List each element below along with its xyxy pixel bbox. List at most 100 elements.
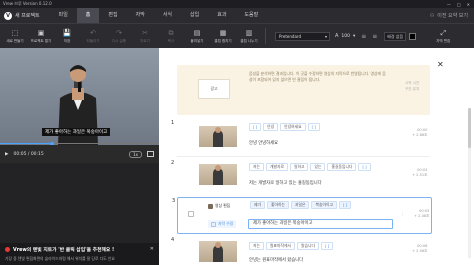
menu-item[interactable]: 효과 (208, 8, 235, 23)
clip-text[interactable]: 안녕는 원표마작에서 왔습니다 (249, 257, 303, 263)
toolbar-divider (265, 28, 266, 44)
toolbar-button[interactable]: ↷ 다시 실행 (106, 29, 132, 44)
word-chip[interactable]: 왔습니다 (296, 242, 319, 250)
clip-panel: ✕ 광고 음성을 분석하면 결과입니다. 이 곳을 수정하면 영상의 자막으로 … (159, 48, 474, 265)
video-edit-badge[interactable]: 영상 편집 (208, 203, 230, 209)
subtitle-edit-label: 자막 편집 (436, 38, 451, 43)
summary-label: 이전 요약 보기 (437, 13, 468, 19)
summary-link[interactable]: ⚇ 이전 요약 보기 (430, 12, 474, 20)
toolbar-button[interactable]: 💾 저장 (54, 29, 80, 44)
menu-item[interactable]: 삽입 (181, 8, 208, 23)
menu-item[interactable]: 홈 (76, 8, 100, 23)
speed-button[interactable]: 1x (129, 150, 142, 158)
app-logo[interactable]: V 새 프로젝트 (4, 11, 40, 20)
clip-number: 4 (171, 237, 175, 243)
menu-item[interactable]: 서식 (154, 8, 181, 23)
word-chip[interactable]: 개발자로 (266, 163, 288, 171)
toolbar-button[interactable]: ▣ 프로젝트 열기 (28, 29, 54, 44)
notice-dot-icon (5, 247, 10, 252)
clip-thumbnail[interactable] (199, 241, 237, 262)
word-chip[interactable]: 저는 (249, 242, 264, 250)
split-handle-icon[interactable]: ⋮ (400, 211, 405, 217)
text-color-icon[interactable]: A (335, 33, 338, 39)
subtitle-input[interactable]: 제가 좋아하는 과일은 복숭아이고 (248, 219, 393, 229)
promo-thumbnail: 광고 (198, 79, 230, 99)
menu-item[interactable]: 편집 (99, 8, 126, 23)
scrollbar-thumb[interactable] (468, 108, 471, 148)
line-spacing-icon[interactable]: ≡ ≡ (361, 33, 379, 40)
word-chip[interactable]: [ ] (338, 201, 352, 209)
word-chip[interactable]: 좋아하는 (267, 201, 289, 209)
notice-body: 가장 중 텐빛 편집화면의 슬라이드처럼 해서 워치를 잘 당로 다도 안요 (5, 256, 115, 261)
toolbar-button[interactable]: ⧉ 복사 (158, 29, 184, 44)
toolbar-icon: ▣ (37, 28, 45, 37)
notice-close-icon[interactable]: ✕ (150, 246, 154, 252)
background-color-swatch[interactable] (409, 32, 417, 40)
clip-text[interactable]: 저는 개발자로 일하고 있는 홍길동입니다 (249, 180, 322, 186)
font-size-value[interactable]: 100 (341, 34, 350, 39)
clip-thumbnail[interactable] (199, 126, 237, 147)
clip-thumbnail[interactable] (199, 164, 237, 185)
toolbar-button[interactable]: ▦ 클립 합치기 (210, 29, 236, 44)
word-chip[interactable]: 원표마작에서 (266, 242, 295, 250)
word-chip[interactable]: [ ] (307, 123, 320, 131)
background-select[interactable]: 배경 없음 (384, 31, 407, 41)
clip-row-selected[interactable]: 3 영상 편집 제가 좋아하는 과일은 복숭아이고[ ] 자막 수정 제가 좋아하는 … (172, 197, 432, 234)
clip-number: 2 (171, 160, 175, 166)
toolbar-icon: ↷ (116, 28, 122, 37)
word-chip[interactable]: [ ] (249, 123, 262, 131)
toolbar-button-label: 다시 실행 (112, 38, 126, 43)
word-chip[interactable]: 홍길동입니다 (327, 163, 357, 171)
close-icon[interactable]: ✕ (467, 2, 470, 7)
promo-card: 광고 음성을 분석하면 결과입니다. 이 곳을 수정하면 영상의 자막으로 반영… (177, 65, 430, 115)
subtitle-overlay: 제가 좋아하는 과일은 복숭아이고 (42, 128, 111, 136)
toolbar-icon: ✂ (142, 28, 148, 37)
word-chip[interactable]: 안녕 (263, 123, 279, 131)
menu-item[interactable]: 도움말 (235, 8, 267, 23)
word-chip[interactable]: 안녕하세요 (280, 123, 306, 131)
word-chips: 저는 개발자로 일하고 있는 홍길동입니다[ ] (249, 163, 371, 171)
toolbar-button[interactable]: ▥ 클립 나누기 (236, 29, 262, 44)
fullscreen-icon[interactable] (147, 151, 154, 157)
recommendation-notice[interactable]: Vrew의 텐빛 지토가 '반 클릭 삽입'을 추천해요 ! 가장 중 텐빛 편… (0, 243, 159, 265)
word-chip[interactable]: 제가 (250, 201, 265, 209)
menu-item[interactable]: 자막 (127, 8, 154, 23)
toolbar-button-label: 붙여넣기 (190, 38, 204, 43)
minimize-icon[interactable]: — (447, 2, 451, 7)
word-chip[interactable]: [ ] (358, 163, 371, 171)
word-chip[interactable]: 있는 (310, 163, 326, 171)
clip-text[interactable]: 안녕 안녕하세요 (249, 140, 278, 146)
panel-close-icon[interactable]: ✕ (437, 60, 444, 69)
maximize-icon[interactable]: □ (457, 2, 461, 7)
toolbar-button[interactable]: ▤ 붙여넣기 (184, 29, 210, 44)
toolbar-icon: ▤ (193, 28, 201, 37)
clip-row[interactable]: 2 저는 개발자로 일하고 있는 홍길동입니다[ ] 저는 개발자로 일하고 있는 홍길… (171, 160, 430, 194)
video-preview[interactable]: 제가 좋아하는 과일은 복숭아이고 (0, 48, 159, 145)
toolbar-button[interactable]: ↶ 되돌리기 (80, 29, 106, 44)
clip-scrollbar[interactable] (468, 108, 471, 258)
font-select[interactable]: Pretendard ▾ (275, 31, 330, 41)
clip-time: 00:03 + 2.51초 (412, 168, 427, 178)
play-icon[interactable]: ▶ (5, 152, 8, 157)
word-chip[interactable]: 복숭아이고 (311, 201, 337, 209)
word-chip[interactable]: 저는 (249, 163, 264, 171)
word-chip[interactable]: 일하고 (289, 163, 309, 171)
clip-row[interactable]: 4 저는 원표마작에서 왔습니다[ ] 안녕는 원표마작에서 왔습니다 00:08 … (171, 237, 430, 265)
toolbar-button-label: 복사 (167, 38, 175, 43)
font-size-caret-icon[interactable]: ▾ (353, 34, 355, 39)
word-chip[interactable]: 과일은 (290, 201, 310, 209)
toolbar-button[interactable]: ⬚ 새로 만들기 (2, 29, 28, 44)
toolbar-button[interactable]: ✂ 자르기 (132, 29, 158, 44)
subtitle-edit-badge[interactable]: 자막 수정 (208, 220, 237, 228)
thumbnail-head (215, 165, 221, 171)
chevron-down-icon: ▾ (324, 33, 327, 39)
clip-checkbox[interactable] (188, 211, 194, 217)
tool-group: ⬚ 새로 만들기 ▣ 프로젝트 열기 💾 저장 ↶ 되돌리기 ↷ 다시 실행 ✂ 자르기 ⧉ 복사 ▤ 붙여넣… (2, 29, 262, 44)
subtitle-icon (211, 221, 216, 227)
ribbon-toolbar: ⬚ 새로 만들기 ▣ 프로젝트 열기 💾 저장 ↶ 되돌리기 ↷ 다시 실행 ✂ 자르기 ⧉ 복사 ▤ 붙여넣… (0, 23, 474, 48)
row-divider (177, 156, 430, 157)
menu-item[interactable]: 파일 (50, 8, 77, 23)
subtitle-edit-button[interactable]: ⤢ 자막 편집 (430, 29, 456, 44)
clip-row[interactable]: 1 [ ] 안녕 안녕하세요[ ] 안녕 안녕하세요 00:00 + 2.66초 (171, 120, 430, 158)
word-chip[interactable]: [ ] (320, 242, 334, 250)
